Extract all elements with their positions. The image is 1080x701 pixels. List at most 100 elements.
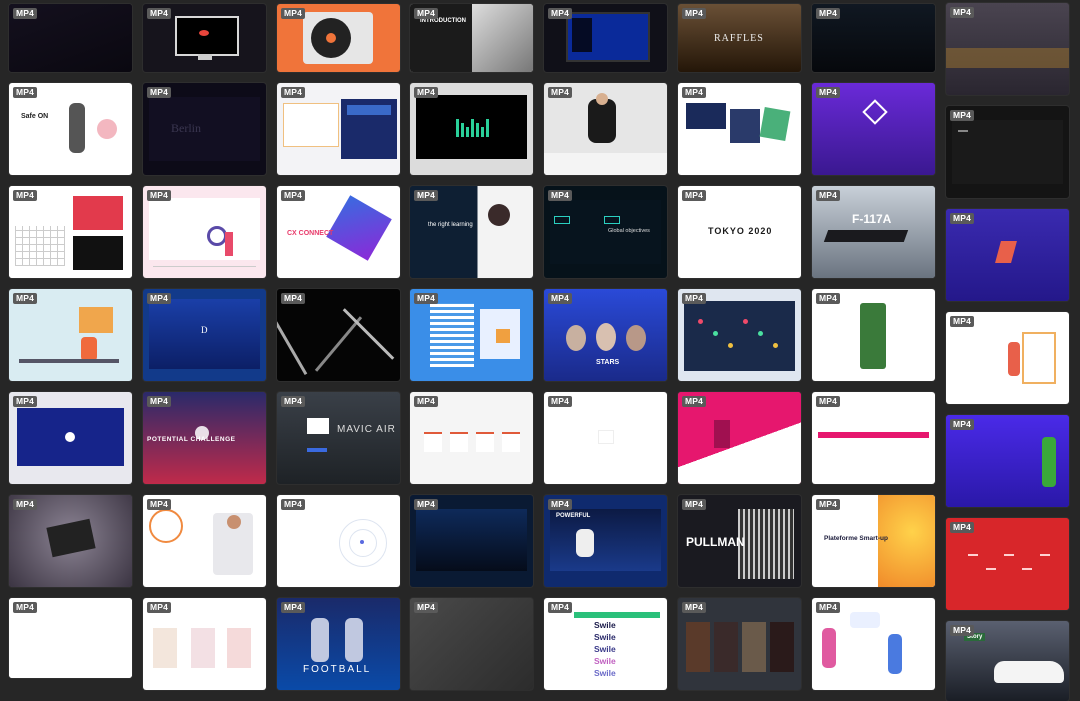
video-thumbnail[interactable]: PULLMAN MP4 xyxy=(678,495,801,587)
mp4-badge: MP4 xyxy=(281,8,306,19)
video-thumbnail[interactable]: MP4 xyxy=(946,3,1069,95)
video-thumbnail[interactable]: MP4 xyxy=(410,289,533,381)
equalizer-bar xyxy=(481,127,484,137)
video-thumbnail[interactable]: MP4 xyxy=(946,312,1069,404)
video-thumbnail[interactable]: MP4 xyxy=(812,83,935,175)
mp4-badge: MP4 xyxy=(281,87,306,98)
video-thumbnail[interactable]: Plateforme Smart-up MP4 xyxy=(812,495,935,587)
video-thumbnail[interactable]: MP4 xyxy=(9,392,132,484)
mp4-badge: MP4 xyxy=(682,293,707,304)
video-thumbnail[interactable]: MP4 xyxy=(544,4,667,72)
video-thumbnail[interactable]: MP4 xyxy=(143,186,266,278)
video-thumbnail[interactable]: MP4 xyxy=(410,495,533,587)
video-thumbnail[interactable]: Story MP4 xyxy=(946,621,1069,701)
mp4-badge: MP4 xyxy=(548,396,573,407)
mp4-badge: MP4 xyxy=(13,87,38,98)
mp4-badge: MP4 xyxy=(950,522,975,533)
video-thumbnail[interactable]: MP4 xyxy=(678,598,801,690)
mp4-badge: MP4 xyxy=(548,8,573,19)
mp4-badge: MP4 xyxy=(13,499,38,510)
video-thumbnail[interactable]: MP4 xyxy=(678,392,801,484)
thumbnail-shape xyxy=(496,329,510,343)
video-thumbnail[interactable]: MP4 xyxy=(410,83,533,175)
thumbnail-shape xyxy=(227,628,251,668)
mp4-badge: MP4 xyxy=(950,110,975,121)
video-thumbnail[interactable]: MP4 xyxy=(277,495,400,587)
thumbnail-shape xyxy=(730,109,760,143)
video-thumbnail[interactable]: MP4 xyxy=(678,83,801,175)
video-thumbnail[interactable]: MP4 xyxy=(544,83,667,175)
thumbnail-title: the right learning xyxy=(428,222,473,228)
video-thumbnail[interactable]: MP4 xyxy=(9,4,132,72)
thumbnail-shape xyxy=(97,119,117,139)
price-tag xyxy=(307,418,329,434)
video-thumbnail[interactable]: MP4 xyxy=(410,392,533,484)
thumbnail-shape xyxy=(554,216,570,224)
jet-shape xyxy=(823,230,909,242)
video-thumbnail[interactable]: MP4 xyxy=(946,415,1069,507)
thumbnail-shape xyxy=(488,204,510,226)
video-thumbnail[interactable]: MP4 xyxy=(812,598,935,690)
video-thumbnail[interactable]: Safe ON MP4 xyxy=(9,83,132,175)
video-thumbnail[interactable]: MP4 xyxy=(9,598,132,678)
thumbnail-title: Swile xyxy=(594,620,616,630)
mp4-badge: MP4 xyxy=(816,293,841,304)
mp4-badge: MP4 xyxy=(414,396,439,407)
video-thumbnail[interactable]: Berlin MP4 xyxy=(143,83,266,175)
video-thumbnail[interactable]: STARS MP4 xyxy=(544,289,667,381)
poster xyxy=(686,622,710,672)
drink-can xyxy=(1042,437,1056,487)
thumbnail-title: Berlin xyxy=(171,121,201,135)
video-thumbnail[interactable]: MP4 xyxy=(946,518,1069,610)
video-thumbnail[interactable]: MP4 xyxy=(143,598,266,690)
video-thumbnail[interactable]: MP4 xyxy=(946,106,1069,198)
video-thumbnail[interactable]: MP4 xyxy=(812,4,935,72)
video-thumbnail[interactable]: FOOTBALL MP4 xyxy=(277,598,400,690)
mp4-badge: MP4 xyxy=(950,419,975,430)
product-device xyxy=(69,103,85,153)
video-thumbnail[interactable]: CX CONNECT MP4 xyxy=(277,186,400,278)
mp4-badge: MP4 xyxy=(682,8,707,19)
video-thumbnail[interactable]: MP4 xyxy=(812,289,935,381)
video-thumbnail[interactable]: the right learning MP4 xyxy=(410,186,533,278)
device xyxy=(714,420,730,448)
video-thumbnail[interactable]: MP4 xyxy=(277,4,400,72)
video-thumbnail[interactable]: POTENTIAL CHALLENGE MP4 xyxy=(143,392,266,484)
thumbnail-title: D xyxy=(201,325,208,335)
mp4-badge: MP4 xyxy=(682,499,707,510)
video-thumbnail[interactable]: MP4 xyxy=(277,83,400,175)
thumbnail-title: STARS xyxy=(596,359,620,366)
equalizer-bar xyxy=(471,119,474,137)
video-thumbnail[interactable]: TOKYO 2020 MP4 xyxy=(678,186,801,278)
video-thumbnail[interactable]: MP4 xyxy=(9,289,132,381)
video-thumbnail[interactable]: Swile Swile Swile Swile Swile MP4 xyxy=(544,598,667,690)
thumbnail-title: Swile xyxy=(594,656,616,666)
video-thumbnail[interactable]: Global objectives MP4 xyxy=(544,186,667,278)
thumbnail-shape xyxy=(277,312,308,376)
video-thumbnail[interactable]: MP4 xyxy=(277,289,400,381)
video-thumbnail[interactable]: F-117A MP4 xyxy=(812,186,935,278)
mp4-badge: MP4 xyxy=(548,499,573,510)
video-thumbnail[interactable]: D MP4 xyxy=(143,289,266,381)
map-pin xyxy=(743,319,748,324)
video-thumbnail[interactable]: POWERFUL MP4 xyxy=(544,495,667,587)
video-thumbnail[interactable]: INTRODUCTION MP4 xyxy=(410,4,533,72)
video-thumbnail[interactable]: MP4 xyxy=(946,209,1069,301)
info-column xyxy=(476,432,494,452)
video-thumbnail[interactable]: MP4 xyxy=(544,392,667,484)
video-thumbnail[interactable]: MP4 xyxy=(9,186,132,278)
video-thumbnail[interactable]: MAVIC AIR MP4 xyxy=(277,392,400,484)
video-thumbnail[interactable]: MP4 xyxy=(678,289,801,381)
video-thumbnail[interactable]: RAFFLES MP4 xyxy=(678,4,801,72)
video-thumbnail[interactable]: MP4 xyxy=(143,4,266,72)
video-thumbnail[interactable]: MP4 xyxy=(9,495,132,587)
monitor-screen xyxy=(175,16,239,56)
person xyxy=(888,634,902,674)
video-thumbnail[interactable]: MP4 xyxy=(143,495,266,587)
video-thumbnail[interactable]: MP4 xyxy=(410,598,533,690)
mp4-badge: MP4 xyxy=(414,499,439,510)
mp4-badge: MP4 xyxy=(13,190,38,201)
thumbnail-title: MAVIC AIR xyxy=(337,424,396,435)
video-thumbnail[interactable]: MP4 xyxy=(812,392,935,484)
thumbnail-shape xyxy=(283,103,339,147)
